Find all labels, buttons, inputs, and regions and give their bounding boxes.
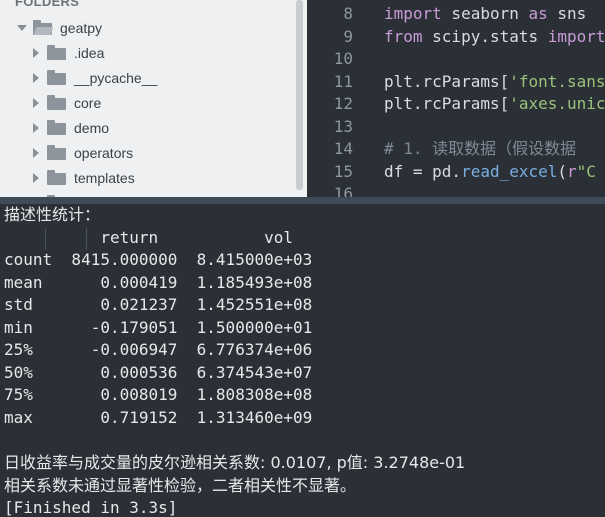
code-line[interactable]: 10 [307, 48, 605, 70]
sidebar-item-pycache[interactable]: __pycache__ [33, 65, 157, 90]
chevron-right-icon[interactable] [33, 47, 39, 58]
chevron-right-icon[interactable] [33, 97, 39, 108]
sidebar-item-label: core [74, 94, 102, 111]
code-token: # 1. 读取数据（假设数据 [384, 139, 577, 158]
output-line: 50% 0.000536 6.374543e+07 [4, 363, 313, 382]
output-line: mean 0.000419 1.185493e+08 [4, 273, 313, 292]
folder-icon [47, 170, 66, 185]
chevron-right-icon[interactable] [33, 122, 39, 133]
output-line: max 0.719152 1.313460e+09 [4, 408, 313, 427]
code-token: "C [576, 161, 596, 181]
line-number: 13 [333, 116, 353, 136]
sidebar-scrollbar[interactable] [296, 0, 303, 190]
code-token: plt.rcParams[ [384, 71, 510, 91]
chevron-down-icon[interactable] [17, 24, 27, 31]
sidebar-item-core[interactable]: core [33, 90, 101, 115]
sidebar-item-label: .idea [74, 44, 105, 61]
code-line[interactable]: 9 from scipy.stats import [307, 26, 605, 48]
sidebar-item-demo[interactable]: demo [33, 115, 109, 140]
sidebar-item-label: __pycache__ [74, 69, 158, 86]
code-editor[interactable]: 8 import seaborn as sns 9 from scipy.stats … [307, 0, 605, 197]
sidebar-item-label: demo [74, 119, 110, 136]
output-line: 25% -0.006947 6.776374e+06 [4, 340, 313, 359]
panel-divider[interactable] [0, 197, 605, 204]
chevron-right-icon[interactable] [33, 72, 39, 83]
folder-icon [47, 145, 66, 160]
code-token: plt.rcParams[ [384, 94, 510, 113]
code-token: from [384, 26, 423, 46]
sidebar: FOLDERS geatpy .idea __pycache__ core de… [0, 0, 307, 197]
code-token: 'axes.unicode_minus' [509, 94, 605, 113]
code-line[interactable]: 12 plt.rcParams['axes.unicode_minus' [307, 93, 605, 115]
sidebar-item-partial[interactable] [33, 190, 74, 197]
build-output-panel[interactable]: 描述性统计： return vol count 8415.000000 8.41… [0, 204, 605, 517]
line-number: 8 [343, 4, 353, 23]
code-token: 'font.sans-serif' [509, 71, 605, 91]
chevron-right-icon[interactable] [33, 147, 39, 158]
sidebar-item-idea[interactable]: .idea [33, 40, 104, 65]
sidebar-item-label: templates [74, 169, 135, 186]
folder-icon [47, 120, 66, 135]
line-number: 12 [333, 94, 353, 113]
code-line[interactable]: 14 # 1. 读取数据（假设数据 [307, 138, 605, 160]
output-line: 相关系数未通过显著性检验，二者相关性不显著。 [4, 476, 357, 495]
folder-icon [47, 70, 66, 85]
folder-icon [47, 95, 66, 110]
output-line: return vol [4, 228, 293, 247]
code-token: import [384, 4, 442, 23]
folders-header: FOLDERS [15, 0, 80, 9]
sidebar-item-label: geatpy [60, 19, 103, 36]
folder-open-icon [33, 20, 54, 35]
code-token: as [528, 4, 548, 23]
sidebar-item-templates[interactable]: templates [33, 165, 135, 190]
code-token: ( [557, 161, 568, 181]
chevron-right-icon[interactable] [33, 172, 39, 183]
code-line[interactable]: 16 [307, 183, 605, 197]
output-line: [Finished in 3.3s] [4, 498, 178, 517]
code-line[interactable]: 15 df = pd.read_excel(r"C [307, 161, 605, 183]
line-number: 16 [333, 184, 353, 197]
output-line: min -0.179051 1.500000e+01 [4, 318, 313, 337]
output-line: 75% 0.008019 1.808308e+08 [4, 385, 313, 404]
code-token: seaborn [441, 4, 529, 23]
code-line[interactable]: 8 import seaborn as sns [307, 3, 605, 25]
sidebar-item-label: operators [74, 144, 134, 161]
sidebar-folder-geatpy[interactable]: geatpy [17, 15, 102, 40]
line-number: 9 [343, 26, 353, 46]
code-token: sns [547, 4, 587, 23]
code-token: scipy.stats [422, 26, 548, 46]
code-token: df = pd. [384, 161, 462, 181]
output-line: std 0.021237 1.452551e+08 [4, 295, 313, 314]
line-number: 15 [333, 161, 353, 181]
sublime-window: FOLDERS geatpy .idea __pycache__ core de… [0, 0, 605, 517]
output-line: 描述性统计： [4, 205, 101, 224]
line-number: 11 [333, 71, 353, 91]
code-line[interactable]: 13 [307, 116, 605, 138]
code-line[interactable]: 11 plt.rcParams['font.sans-serif' [307, 71, 605, 93]
code-token: r [567, 161, 577, 181]
sidebar-item-operators[interactable]: operators [33, 140, 133, 165]
folder-icon [47, 45, 66, 60]
code-token: read_excel [461, 161, 558, 181]
output-line: count 8415.000000 8.415000e+03 [4, 250, 313, 269]
output-line: 日收益率与成交量的皮尔逊相关系数: 0.0107, p值: 3.2748e-01 [4, 453, 466, 472]
code-token: import [547, 26, 605, 46]
line-number: 10 [333, 49, 353, 68]
line-number: 14 [333, 139, 353, 158]
